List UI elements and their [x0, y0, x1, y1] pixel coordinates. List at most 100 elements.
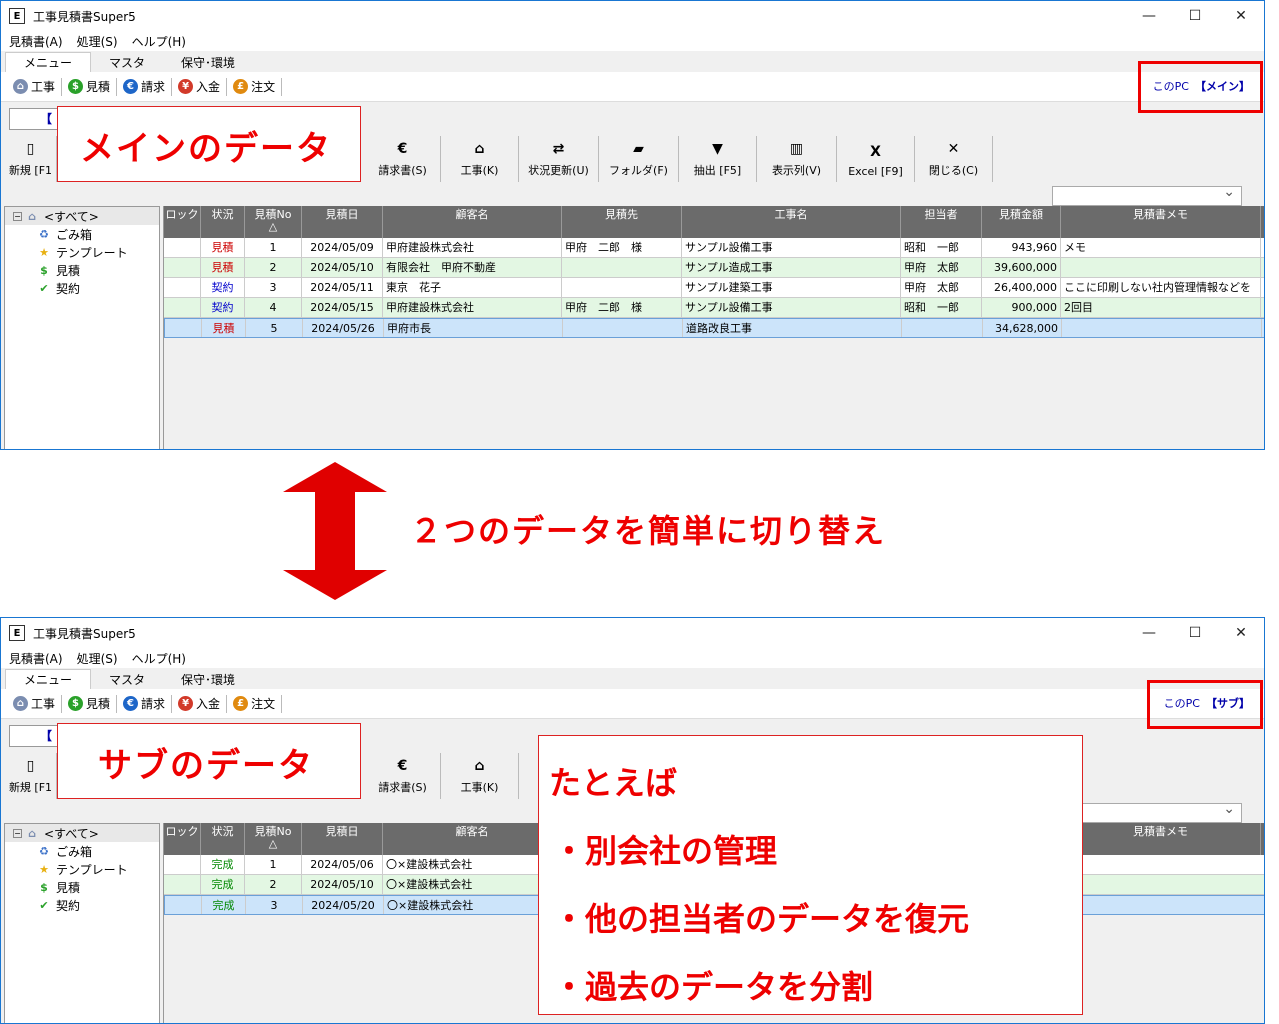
maximize-button[interactable]: ☐: [1172, 1, 1218, 31]
tree-item[interactable]: ♻ ごみ箱: [5, 225, 159, 243]
tree-item[interactable]: ✔ 契約: [5, 279, 159, 297]
toolbar-button-0[interactable]: ▯ 新規 [F1: [5, 136, 57, 182]
tree-item[interactable]: ★ テンプレート: [5, 860, 159, 878]
ribbon-button-0[interactable]: ⌂ 工事: [7, 77, 63, 96]
column-header-label: 状況: [211, 825, 234, 838]
tab-master[interactable]: マスタ: [91, 52, 163, 72]
cell-dest: [563, 319, 683, 337]
ribbon-button-4[interactable]: £ 注文: [227, 694, 283, 713]
cell-lock: [164, 298, 201, 317]
toolbar-button-2[interactable]: ⌂ 工事(K): [441, 753, 519, 799]
tab-maintenance[interactable]: 保守･環境: [163, 669, 253, 689]
expand-toggle[interactable]: −: [13, 828, 22, 838]
switch-caption: ２つのデータを簡単に切り替え: [410, 512, 887, 550]
column-header[interactable]: 見積日: [302, 206, 383, 238]
toolbar-button-label: Excel [F9]: [848, 165, 903, 178]
toolbar-button-1[interactable]: € 請求書(S): [365, 753, 441, 799]
euro-icon: €: [397, 141, 408, 157]
column-header[interactable]: 顧客名: [383, 206, 562, 238]
check-icon: ✔: [39, 281, 49, 295]
column-header[interactable]: 見積No △: [245, 206, 302, 238]
filter-combo[interactable]: [1052, 184, 1242, 206]
close-window-button[interactable]: ✕: [1218, 618, 1264, 648]
column-header[interactable]: 見積先: [562, 206, 682, 238]
pound-icon: £: [233, 696, 249, 711]
toolbar-button-label: 工事(K): [460, 164, 499, 177]
tab-master[interactable]: マスタ: [91, 669, 163, 689]
ribbon-button-2[interactable]: € 請求: [117, 694, 173, 713]
app-icon: E: [9, 625, 25, 641]
ribbon-bar: ⌂ 工事 $ 見積 € 請求 ¥ 入金 £ 注文 このPC 【サブ】: [1, 689, 1264, 719]
column-header[interactable]: 見積金額: [982, 206, 1061, 238]
tab-maintenance[interactable]: 保守･環境: [163, 52, 253, 72]
table-row[interactable]: 見積 2 2024/05/10 有限会社 甲府不動産 サンプル造成工事 甲府 太郎 39,6…: [164, 258, 1264, 278]
cell-date: 2024/05/09: [302, 238, 383, 257]
toolbar-button-0[interactable]: ▯ 新規 [F1: [5, 753, 57, 799]
toolbar-button-5[interactable]: ▼ 抽出 [F5]: [679, 136, 757, 182]
table-row[interactable]: 見積 1 2024/05/09 甲府建設株式会社 甲府 二郎 様サンプル設備工事 昭和 一…: [164, 238, 1264, 258]
column-header[interactable]: ロック: [164, 823, 201, 855]
menu-estimate[interactable]: 見積書(A): [9, 33, 63, 50]
column-header[interactable]: 工事名: [682, 206, 901, 238]
column-header[interactable]: 顧客名: [383, 823, 562, 855]
close-window-button[interactable]: ✕: [1218, 1, 1264, 31]
app-icon: E: [9, 8, 25, 24]
cell-lock: [164, 875, 201, 894]
tree-item[interactable]: $ 見積: [5, 878, 159, 896]
ribbon-button-label: 工事: [31, 80, 56, 94]
ribbon-button-3[interactable]: ¥ 入金: [172, 694, 228, 713]
cell-project: サンプル設備工事: [682, 238, 901, 257]
toolbar-button-label: 閉じる(C): [928, 164, 979, 177]
menu-help[interactable]: ヘルプ(H): [132, 650, 186, 667]
expand-toggle[interactable]: −: [13, 211, 22, 221]
ribbon-button-4[interactable]: £ 注文: [227, 77, 283, 96]
column-header[interactable]: 見積No △: [245, 823, 302, 855]
column-header[interactable]: 見積書メモ: [1061, 206, 1261, 238]
toolbar-button-3[interactable]: ⇄ 状況更新(U): [519, 136, 599, 182]
ribbon-button-0[interactable]: ⌂ 工事: [7, 694, 63, 713]
cell-person: [902, 319, 983, 337]
search-input[interactable]: 【: [9, 725, 63, 747]
toolbar-button-label: 請求書(S): [378, 781, 427, 794]
ribbon-button-label: 見積: [86, 697, 111, 711]
ribbon-button-1[interactable]: $ 見積: [62, 77, 118, 96]
ribbon-button-3[interactable]: ¥ 入金: [172, 77, 228, 96]
table-row[interactable]: 契約 4 2024/05/15 甲府建設株式会社 甲府 二郎 様サンプル設備工事 昭和 一…: [164, 298, 1264, 318]
tree-item[interactable]: ✔ 契約: [5, 896, 159, 914]
column-header[interactable]: 状況: [201, 823, 245, 855]
table-row[interactable]: 見積 5 2024/05/26 甲府市長 道路改良工事 34,628,000: [164, 318, 1264, 338]
ribbon-button-1[interactable]: $ 見積: [62, 694, 118, 713]
column-header[interactable]: 見積日: [302, 823, 383, 855]
tree-item[interactable]: $ 見積: [5, 261, 159, 279]
column-header[interactable]: 見積書メモ: [1061, 823, 1261, 855]
table-row[interactable]: 契約 3 2024/05/11 東京 花子 サンプル建築工事 甲府 太郎 26,400,00…: [164, 278, 1264, 298]
search-input[interactable]: 【: [9, 108, 63, 130]
cell-memo: [1061, 258, 1261, 277]
maximize-button[interactable]: ☐: [1172, 618, 1218, 648]
minimize-button[interactable]: —: [1126, 618, 1172, 648]
tab-menu[interactable]: メニュー: [5, 669, 92, 689]
tree-item[interactable]: ♻ ごみ箱: [5, 842, 159, 860]
cell-customer: 東京 花子: [383, 278, 562, 297]
tree-item[interactable]: ★ テンプレート: [5, 243, 159, 261]
toolbar-button-7[interactable]: X Excel [F9]: [837, 136, 915, 182]
menu-process[interactable]: 処理(S): [77, 33, 118, 50]
column-header[interactable]: 状況: [201, 206, 245, 238]
menu-help[interactable]: ヘルプ(H): [132, 33, 186, 50]
column-header[interactable]: 担当者: [901, 206, 982, 238]
cell-dest: 甲府 二郎 様: [562, 238, 682, 257]
tab-menu[interactable]: メニュー: [5, 52, 92, 72]
toolbar-button-8[interactable]: ✕ 閉じる(C): [915, 136, 993, 182]
ribbon-button-2[interactable]: € 請求: [117, 77, 173, 96]
minimize-button[interactable]: —: [1126, 1, 1172, 31]
grid-header: ロック状況見積No△ 見積日 顧客名 見積先 工事名 担当者 見積金額 見積書メモ: [164, 206, 1264, 238]
menu-process[interactable]: 処理(S): [77, 650, 118, 667]
column-header[interactable]: ロック: [164, 206, 201, 238]
tree-item[interactable]: − ⌂ <すべて>: [5, 824, 159, 842]
menu-estimate[interactable]: 見積書(A): [9, 650, 63, 667]
toolbar-button-1[interactable]: € 請求書(S): [365, 136, 441, 182]
toolbar-button-6[interactable]: ▥ 表示列(V): [757, 136, 837, 182]
toolbar-button-2[interactable]: ⌂ 工事(K): [441, 136, 519, 182]
tree-item[interactable]: − ⌂ <すべて>: [5, 207, 159, 225]
toolbar-button-4[interactable]: ▰ フォルダ(F): [599, 136, 679, 182]
